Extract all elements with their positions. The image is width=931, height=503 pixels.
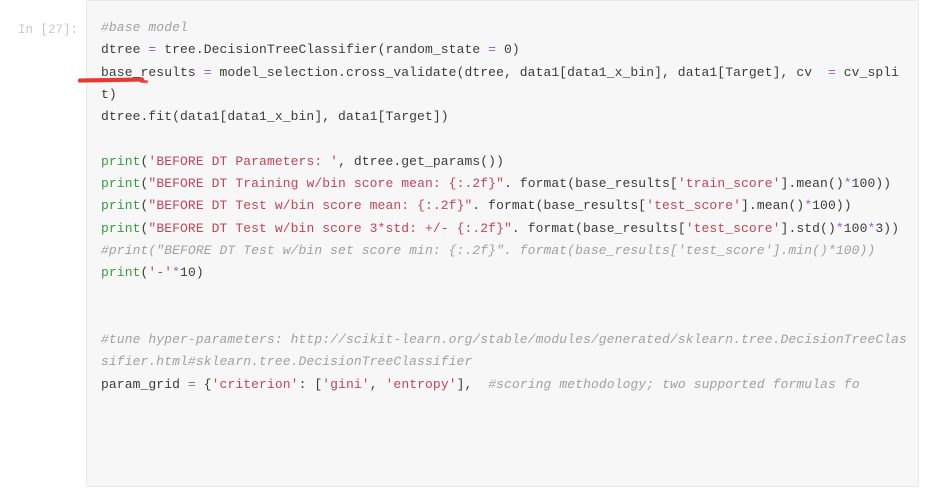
code-token-builtin: print — [101, 220, 141, 236]
code-token-plain: , — [369, 376, 386, 392]
code-line-9: print("BEFORE DT Test w/bin score 3*std:… — [101, 218, 912, 240]
code-token-string: "BEFORE DT Training w/bin score mean: {:… — [148, 176, 504, 192]
code-token-plain: : [ — [298, 376, 323, 392]
code-token-plain: ].mean() — [780, 176, 844, 192]
code-token-comment: #scoring methodology; two supported form… — [488, 376, 860, 392]
code-line-10: #print("BEFORE DT Test w/bin set score m… — [101, 240, 912, 262]
code-token-string: 'BEFORE DT Parameters: ' — [148, 153, 339, 169]
code-token-string: 'gini' — [322, 376, 370, 392]
code-line-13-blank — [101, 307, 912, 329]
code-token-string: '-' — [148, 265, 173, 281]
code-token-string: 'criterion' — [211, 376, 299, 392]
code-token-plain: 100)) — [812, 198, 852, 214]
code-token-builtin: print — [101, 265, 141, 281]
code-token-plain: ].mean() — [741, 198, 805, 214]
code-line-6: print('BEFORE DT Parameters: ', dtree.ge… — [101, 151, 912, 173]
code-line-1: #base model — [101, 17, 912, 39]
code-token-comment: #base model — [101, 20, 188, 35]
code-line-12-blank — [101, 285, 912, 307]
code-token-string: 'test_score' — [685, 220, 781, 236]
code-input-area[interactable]: #base model dtree = tree.DecisionTreeClas… — [86, 0, 919, 487]
code-token-plain: 100)) — [851, 176, 892, 192]
code-token-operator: = — [827, 64, 836, 80]
code-token-operator: * — [843, 176, 852, 192]
code-token-plain: tree.DecisionTreeClassifier(random_state — [156, 42, 489, 58]
code-token-plain: base_results — [101, 64, 204, 80]
code-token-operator: = — [187, 376, 196, 392]
code-source[interactable]: #base model dtree = tree.DecisionTreeClas… — [101, 17, 912, 396]
code-line-5-blank — [101, 128, 912, 150]
code-token-plain: 10) — [180, 265, 204, 281]
code-token-string: 'entropy' — [385, 376, 457, 392]
code-token-comment: #tune hyper-parameters: http://scikit-le… — [101, 332, 907, 370]
code-token-plain: , dtree.get_params()) — [338, 153, 504, 169]
code-token-builtin: print — [101, 176, 141, 192]
code-line-8: print("BEFORE DT Test w/bin score mean: … — [101, 195, 912, 217]
code-token-string: "BEFORE DT Test w/bin score 3*std: +/- {… — [148, 220, 512, 236]
code-token-plain: param_grid — [101, 376, 188, 392]
code-token-string: "BEFORE DT Test w/bin score mean: {:.2f}… — [148, 198, 473, 214]
notebook-page: In [27]: #base model dtree = tree.Decisio… — [0, 0, 931, 503]
code-line-3: base_results = model_selection.cross_val… — [101, 62, 912, 107]
code-line-11: print('-'*10) — [101, 262, 912, 284]
code-token-operator: = — [203, 64, 212, 80]
code-token-plain: ].std() — [780, 220, 836, 236]
code-token-plain: ], — [456, 376, 489, 392]
code-token-plain: 100 — [843, 220, 868, 236]
code-token-plain: 0) — [496, 42, 520, 58]
code-token-plain: 3)) — [875, 220, 900, 236]
code-line-14: #tune hyper-parameters: http://scikit-le… — [101, 329, 912, 374]
code-token-plain: dtree — [101, 42, 149, 58]
code-token-plain: . format(base_results[ — [511, 220, 686, 236]
code-line-15: param_grid = {'criterion': ['gini', 'ent… — [101, 374, 912, 396]
code-token-string: 'test_score' — [646, 198, 742, 214]
notebook-code-cell[interactable]: In [27]: #base model dtree = tree.Decisio… — [0, 0, 931, 487]
code-token-operator: * — [835, 220, 844, 236]
code-token-plain: dtree.fit(data1[data1_x_bin], data1[Targ… — [101, 109, 449, 125]
code-line-7: print("BEFORE DT Training w/bin score me… — [101, 173, 912, 195]
code-line-4: dtree.fit(data1[data1_x_bin], data1[Targ… — [101, 106, 912, 128]
code-token-plain: { — [195, 376, 212, 392]
code-token-operator: * — [804, 198, 813, 214]
code-token-plain: . format(base_results[ — [503, 176, 678, 192]
code-token-builtin: print — [101, 198, 141, 214]
code-line-2: dtree = tree.DecisionTreeClassifier(rand… — [101, 39, 912, 61]
code-token-plain: model_selection.cross_validate(dtree, da… — [211, 64, 828, 80]
code-token-string: 'train_score' — [677, 176, 781, 192]
code-token-builtin: print — [101, 153, 141, 169]
cell-execution-prompt: In [27]: — [17, 23, 78, 37]
code-token-operator: * — [172, 265, 181, 281]
code-token-plain: . format(base_results[ — [472, 198, 647, 214]
code-token-comment: #print("BEFORE DT Test w/bin set score m… — [101, 242, 876, 258]
code-token-operator: = — [488, 42, 497, 58]
